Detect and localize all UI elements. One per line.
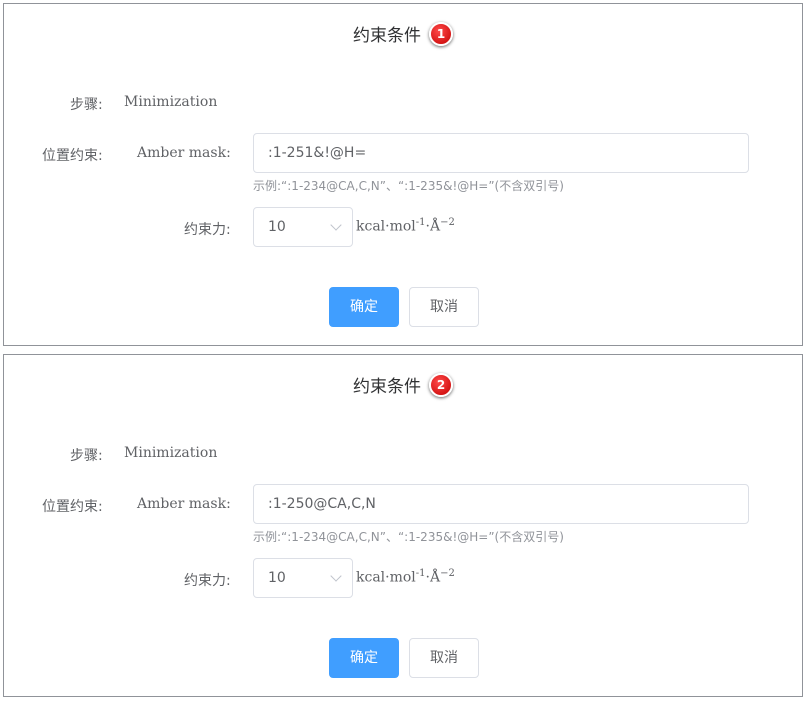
force-label: 约束力: (184, 222, 231, 238)
restraint-dialog-1: 约束条件 1 步骤: Minimization 位置约束: Amber mask:… (3, 3, 803, 346)
step-badge: 2 (429, 373, 453, 397)
force-select[interactable]: 10 (253, 207, 353, 247)
step-value: Minimization (124, 94, 218, 110)
force-unit: kcal·mol-1·Å−2 (356, 217, 455, 235)
mask-hint: 示例:“:1-234@CA,C,N”、“:1-235&!@H=”(不含双引号) (253, 530, 564, 544)
force-unit: kcal·mol-1·Å−2 (356, 568, 455, 586)
chevron-down-icon (330, 570, 342, 582)
force-value: 10 (268, 570, 286, 586)
step-label: 步骤: (70, 448, 103, 464)
force-label: 约束力: (184, 573, 231, 589)
chevron-down-icon (330, 219, 342, 231)
step-badge: 1 (429, 22, 453, 46)
confirm-button[interactable]: 确定 (329, 287, 399, 327)
amber-mask-label: Amber mask: (137, 145, 231, 161)
force-select[interactable]: 10 (253, 558, 353, 598)
amber-mask-input[interactable]: :1-251&!@H= (253, 133, 749, 173)
amber-mask-label: Amber mask: (137, 496, 231, 512)
step-label: 步骤: (70, 97, 103, 113)
mask-hint: 示例:“:1-234@CA,C,N”、“:1-235&!@H=”(不含双引号) (253, 179, 564, 193)
cancel-button[interactable]: 取消 (409, 638, 479, 678)
force-value: 10 (268, 219, 286, 235)
dialog-title: 约束条件 (353, 377, 421, 397)
position-restraint-label: 位置约束: (42, 499, 103, 515)
confirm-button[interactable]: 确定 (329, 638, 399, 678)
cancel-button[interactable]: 取消 (409, 287, 479, 327)
restraint-dialog-2: 约束条件 2 步骤: Minimization 位置约束: Amber mask:… (3, 354, 803, 697)
position-restraint-label: 位置约束: (42, 148, 103, 164)
step-value: Minimization (124, 445, 218, 461)
dialog-title: 约束条件 (353, 26, 421, 46)
amber-mask-input[interactable]: :1-250@CA,C,N (253, 484, 749, 524)
